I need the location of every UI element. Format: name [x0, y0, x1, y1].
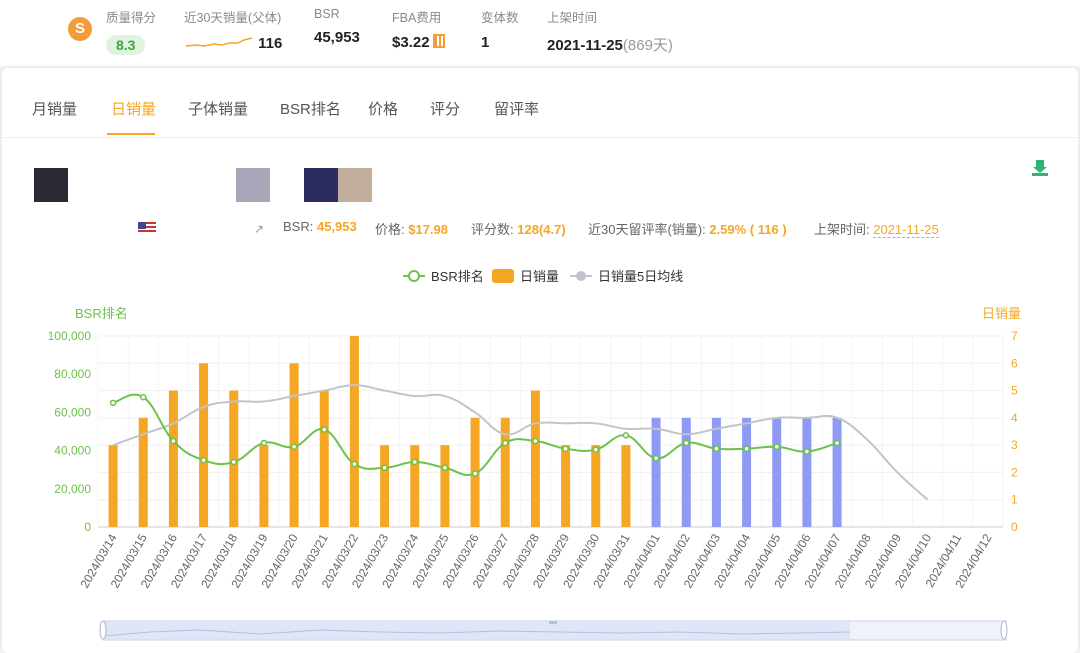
y-left-tick-label: 80,000	[54, 367, 91, 381]
sales-bar[interactable]	[349, 336, 359, 527]
bsr-point[interactable]	[532, 437, 539, 445]
legend-bsr-label: BSR排名	[431, 269, 484, 284]
sales-bar[interactable]	[319, 390, 329, 527]
bsr-point[interactable]	[471, 470, 479, 477]
bsr-point[interactable]	[411, 458, 418, 466]
bsr-point[interactable]	[592, 446, 599, 453]
sales-bar[interactable]	[168, 390, 178, 527]
sales-bar[interactable]	[440, 445, 450, 527]
legend-avg-label: 日销量5日均线	[598, 269, 683, 284]
sales-bar[interactable]	[832, 417, 842, 527]
bsr-point[interactable]	[170, 437, 177, 445]
sales-bar[interactable]	[229, 390, 239, 527]
y-left-axis-title: BSR排名	[75, 306, 128, 321]
bsr-point[interactable]	[803, 448, 811, 455]
y-right-tick-label: 6	[1011, 356, 1018, 370]
y-right-tick-label: 0	[1011, 520, 1018, 534]
zoom-slider-left-handle[interactable]	[99, 620, 107, 640]
bsr-point[interactable]	[743, 445, 750, 452]
sales-bar[interactable]	[711, 417, 721, 527]
bsr-point[interactable]	[260, 439, 268, 447]
bsr-point[interactable]	[833, 439, 841, 447]
bsr-point[interactable]	[502, 439, 509, 447]
y-right-tick-label: 4	[1011, 411, 1018, 425]
bsr-point[interactable]	[773, 443, 780, 451]
sales-bar[interactable]	[802, 417, 812, 527]
y-right-tick-label: 1	[1011, 493, 1018, 507]
bsr-point[interactable]	[109, 399, 117, 407]
legend-sales-label: 日销量	[520, 269, 559, 284]
y-right-tick-label: 5	[1011, 384, 1018, 398]
sales-bar[interactable]	[199, 363, 209, 527]
zoom-slider-selection[interactable]	[103, 621, 850, 640]
zoom-slider-right-handle[interactable]	[1000, 620, 1008, 640]
sales-bar[interactable]	[561, 445, 571, 527]
y-left-tick-label: 60,000	[54, 405, 91, 419]
chart-legend[interactable]: BSR排名 日销量 日销量5日均线	[403, 269, 683, 284]
zoom-slider[interactable]	[99, 620, 1008, 641]
bsr-point[interactable]	[652, 454, 660, 462]
sales-bar[interactable]	[530, 390, 540, 527]
y-left-tick-label: 0	[84, 520, 91, 534]
bsr-point[interactable]	[230, 458, 237, 466]
bsr-point[interactable]	[713, 445, 720, 452]
bsr-point[interactable]	[140, 393, 147, 401]
sales-bar[interactable]	[380, 445, 390, 527]
bsr-point[interactable]	[562, 445, 569, 452]
sales-bar[interactable]	[742, 417, 752, 527]
sales-bar[interactable]	[621, 445, 631, 527]
zoom-slider-grip[interactable]	[549, 621, 557, 624]
sales-bar[interactable]	[108, 445, 118, 527]
y-left-tick-label: 20,000	[54, 482, 91, 496]
daily-sales-chart: BSR排名 日销量 日销量5日均线 BSR排名 日销量 2024/03/1420…	[48, 269, 1021, 641]
bsr-point[interactable]	[381, 464, 388, 472]
bsr-point[interactable]	[441, 464, 449, 472]
y-right-tick-label: 2	[1011, 465, 1018, 479]
y-left-tick-label: 100,000	[48, 329, 92, 343]
y-left-tick-label: 40,000	[54, 444, 91, 458]
sales-bar[interactable]	[591, 445, 601, 527]
sales-bar[interactable]	[410, 445, 420, 527]
sales-bar[interactable]	[259, 445, 269, 527]
legend-avg-icon	[576, 271, 586, 281]
sales-bar[interactable]	[772, 417, 782, 527]
bsr-point[interactable]	[200, 456, 207, 464]
bsr-point[interactable]	[351, 460, 358, 468]
bsr-point[interactable]	[290, 443, 298, 451]
bsr-point[interactable]	[683, 439, 690, 447]
legend-bsr-icon	[408, 270, 420, 282]
y-right-tick-label: 3	[1011, 438, 1018, 452]
bsr-point[interactable]	[321, 426, 328, 433]
y-right-tick-label: 7	[1011, 329, 1018, 343]
bsr-point[interactable]	[622, 432, 630, 439]
y-right-axis-title: 日销量	[982, 306, 1021, 321]
legend-sales-icon	[492, 269, 514, 283]
sales-bar[interactable]	[651, 417, 661, 527]
